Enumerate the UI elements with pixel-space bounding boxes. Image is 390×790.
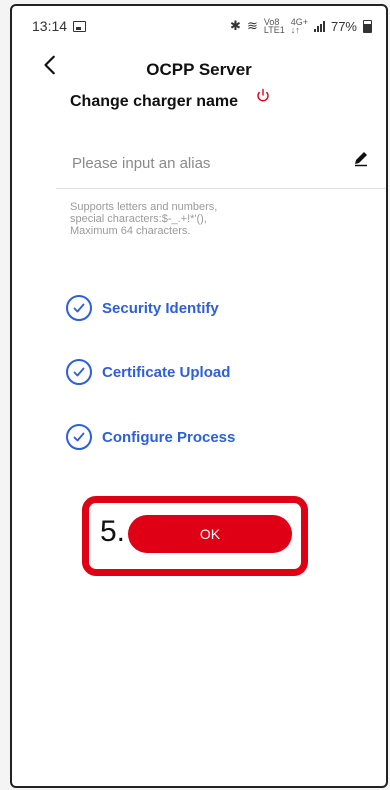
alias-input[interactable]: [70, 144, 384, 182]
phone-frame: 13:14 ✱ ≋ Vo8 LTE1 4G+ ↓↑ 77% OCPP Serve…: [10, 4, 388, 788]
section-title: Change charger name: [70, 93, 239, 110]
ok-button[interactable]: OK: [128, 515, 292, 553]
battery-icon: [363, 19, 372, 33]
header: OCPP Server: [12, 54, 386, 84]
signal-icon: [313, 20, 325, 32]
page-title: OCPP Server: [146, 60, 252, 79]
battery-level: 77%: [330, 18, 357, 34]
wifi-calling-icon: ≋: [246, 18, 258, 33]
callout-number: 5.: [100, 515, 126, 548]
gallery-icon: [73, 20, 87, 32]
network-label: Vo8 LTE1: [263, 17, 285, 35]
step-label: Certificate Upload: [102, 363, 231, 381]
status-bar: 13:14 ✱ ≋ Vo8 LTE1 4G+ ↓↑ 77%: [12, 6, 386, 46]
divider: [56, 188, 386, 189]
bluetooth-icon: ✱: [230, 18, 241, 33]
network-gen-label: 4G+ ↓↑: [290, 17, 308, 35]
check-circle-icon: [66, 295, 92, 321]
check-circle-icon: [66, 424, 92, 450]
edit-icon[interactable]: [352, 149, 370, 167]
step-configure-process: Configure Process: [66, 422, 235, 452]
step-security-identify: Security Identify: [66, 293, 219, 323]
step-label: Security Identify: [102, 299, 219, 317]
check-circle-icon: [66, 359, 92, 385]
step-certificate-upload: Certificate Upload: [66, 357, 230, 387]
alias-hint: Supports letters and numbers, special ch…: [70, 201, 218, 237]
status-time: 13:14: [32, 18, 68, 34]
alert-icon: [257, 88, 269, 102]
step-label: Configure Process: [102, 428, 236, 446]
